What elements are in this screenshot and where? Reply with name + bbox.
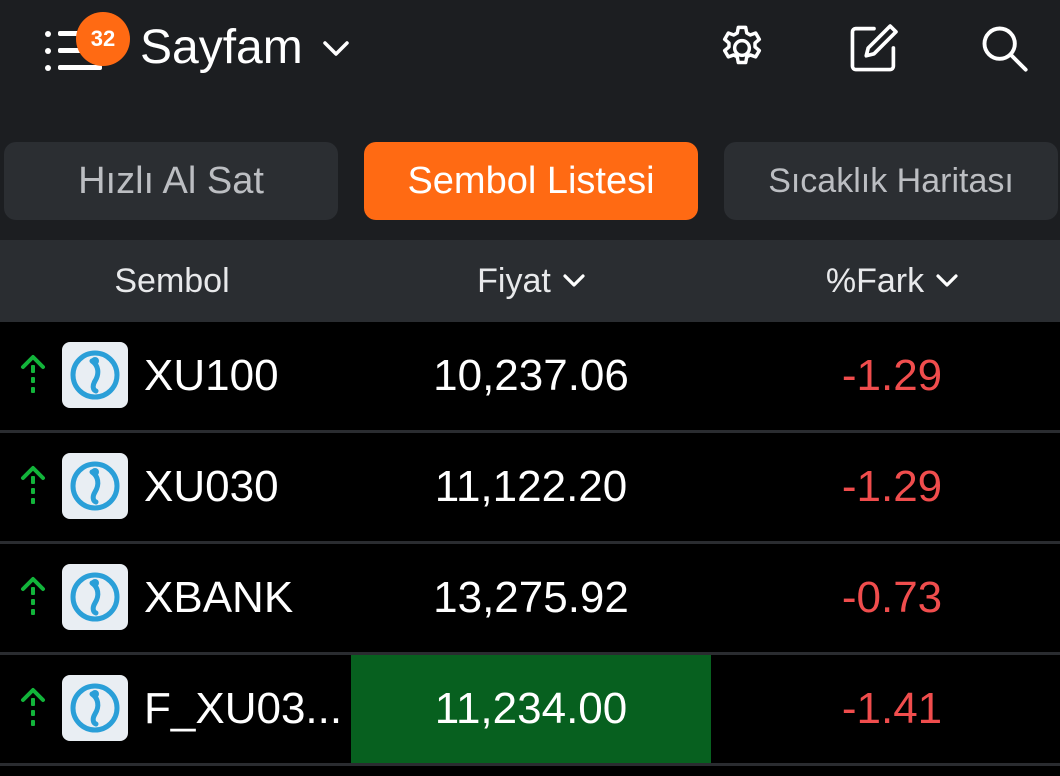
notification-badge: 32: [76, 12, 130, 66]
symbol-name: F_XU03...: [144, 684, 343, 733]
table-row[interactable]: XBANK 13,275.92 -0.73: [0, 544, 1060, 655]
price-value: 11,234.00: [351, 655, 711, 763]
symbol-name: XU100: [144, 351, 279, 400]
table-row[interactable]: XU030 11,122.20 -1.29: [0, 433, 1060, 544]
exchange-logo: [62, 453, 128, 519]
page-selector[interactable]: Sayfam: [140, 16, 349, 78]
price-value: 13,275.92: [433, 573, 629, 622]
exchange-logo-icon: [70, 461, 120, 511]
tab-heat-map[interactable]: Sıcaklık Haritası: [724, 142, 1058, 220]
column-price-sort[interactable]: Fiyat: [351, 240, 711, 322]
column-price-label: Fiyat: [477, 261, 551, 300]
chevron-down-icon: [936, 274, 958, 287]
settings-button[interactable]: [712, 20, 772, 76]
edit-icon: [850, 24, 898, 72]
column-symbol[interactable]: Sembol: [0, 240, 344, 322]
exchange-logo-icon: [70, 683, 120, 733]
column-change-sort[interactable]: %Fark: [712, 240, 1060, 322]
change-value: -1.29: [841, 351, 943, 400]
column-symbol-label: Sembol: [114, 261, 230, 300]
chevron-down-icon: [563, 274, 585, 287]
arrow-up-icon: [21, 466, 45, 504]
menu-button[interactable]: 32: [40, 12, 130, 80]
change-value: -1.29: [841, 462, 943, 511]
chevron-down-icon: [322, 41, 349, 56]
tab-bar: Hızlı Al Sat Sembol Listesi Sıcaklık Har…: [0, 140, 1060, 222]
exchange-logo-icon: [70, 572, 120, 622]
exchange-logo: [62, 342, 128, 408]
column-change-label: %Fark: [825, 261, 925, 300]
tab-quick-trade[interactable]: Hızlı Al Sat: [4, 142, 338, 220]
arrow-up-icon: [21, 688, 45, 726]
change-value: -1.41: [841, 684, 943, 733]
table-row[interactable]: XU100 10,237.06 -1.29: [0, 322, 1060, 433]
edit-button[interactable]: [844, 20, 904, 76]
exchange-logo: [62, 675, 128, 741]
symbol-name: XU030: [144, 462, 279, 511]
table-row[interactable]: F_XU03... 11,234.00 -1.41: [0, 655, 1060, 766]
top-bar: 32 Sayfam: [0, 0, 1060, 100]
page-title: Sayfam: [140, 20, 303, 74]
symbol-name: XBANK: [144, 573, 294, 622]
arrow-up-icon: [21, 577, 45, 615]
column-header: Sembol Fiyat %Fark: [0, 240, 1060, 322]
exchange-logo-icon: [70, 350, 120, 400]
gear-icon: [722, 25, 762, 65]
price-value: 11,122.20: [434, 462, 628, 511]
search-button[interactable]: [974, 20, 1034, 76]
search-icon: [982, 26, 1028, 72]
exchange-logo: [62, 564, 128, 630]
price-value: 10,237.06: [433, 351, 629, 400]
arrow-up-icon: [21, 355, 45, 393]
tab-symbol-list[interactable]: Sembol Listesi: [364, 142, 698, 220]
symbol-list: XU100 10,237.06 -1.29 XU030 11,122.20 -1…: [0, 322, 1060, 776]
change-value: -0.73: [841, 573, 943, 622]
